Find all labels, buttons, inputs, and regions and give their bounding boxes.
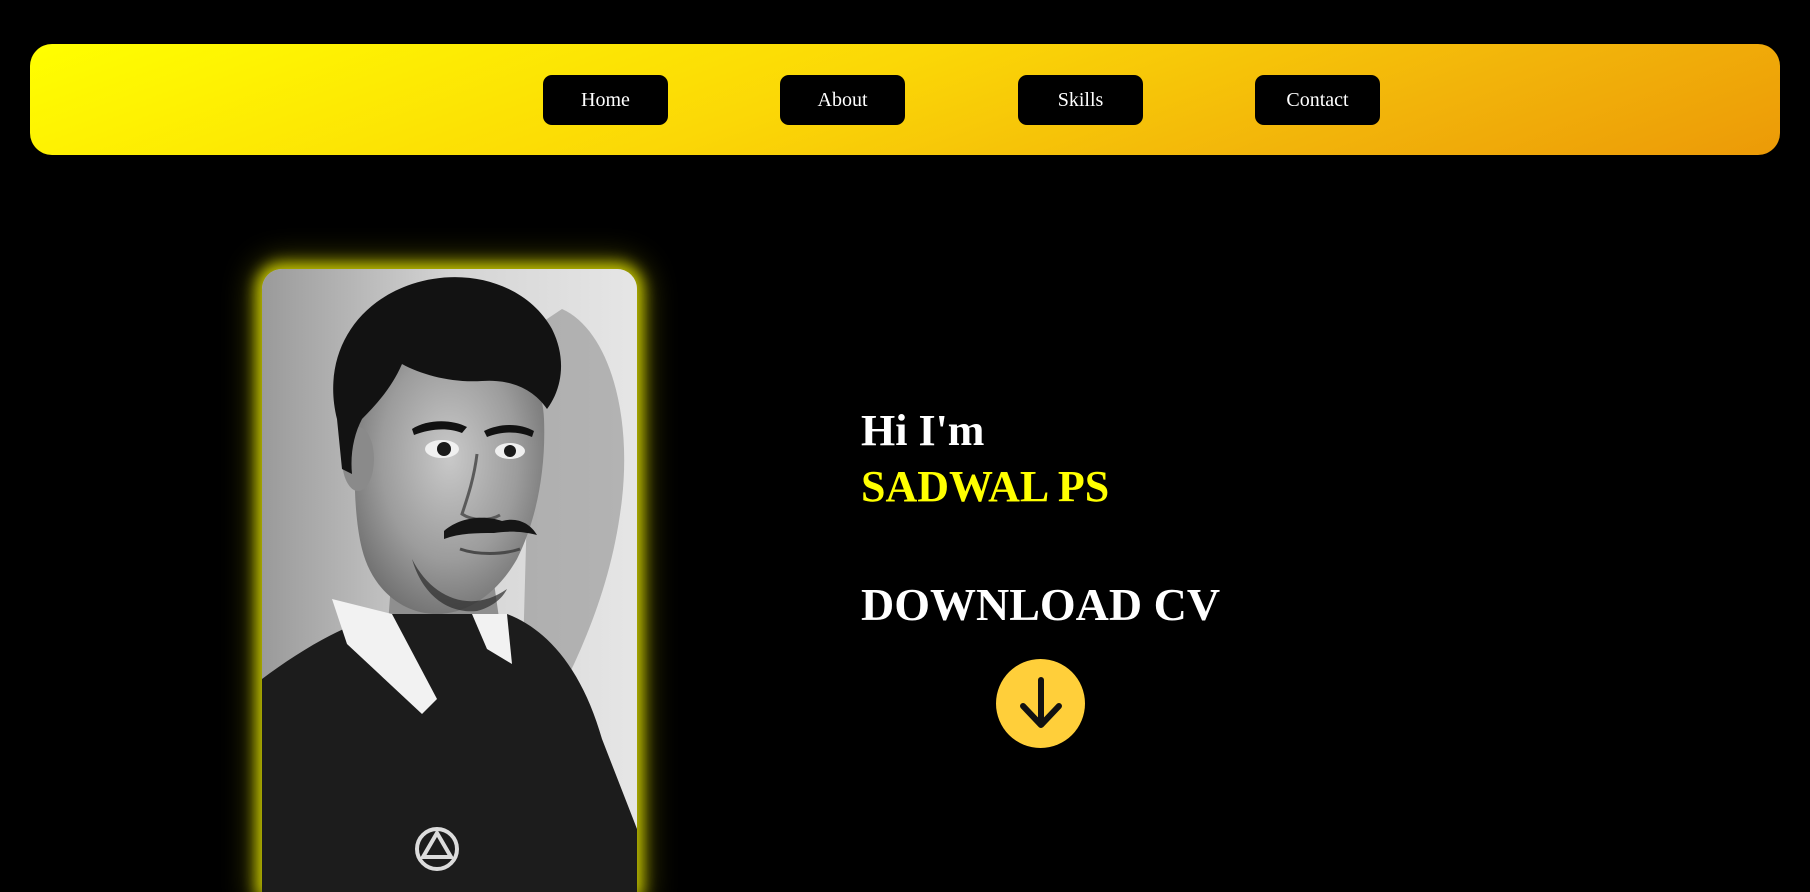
arrow-down-icon bbox=[1019, 676, 1062, 728]
profile-photo bbox=[262, 269, 637, 892]
download-cv-link[interactable]: DOWNLOAD CV bbox=[861, 577, 1220, 633]
nav-about-button[interactable]: About bbox=[780, 75, 905, 125]
download-cv-button[interactable] bbox=[996, 659, 1085, 748]
navbar: Home About Skills Contact bbox=[30, 44, 1780, 155]
hero-name: SADWAL PS bbox=[861, 462, 1110, 511]
nav-contact-button[interactable]: Contact bbox=[1255, 75, 1380, 125]
hero-greeting: Hi I'm bbox=[861, 406, 985, 455]
nav-skills-button[interactable]: Skills bbox=[1018, 75, 1143, 125]
nav-home-button[interactable]: Home bbox=[543, 75, 668, 125]
